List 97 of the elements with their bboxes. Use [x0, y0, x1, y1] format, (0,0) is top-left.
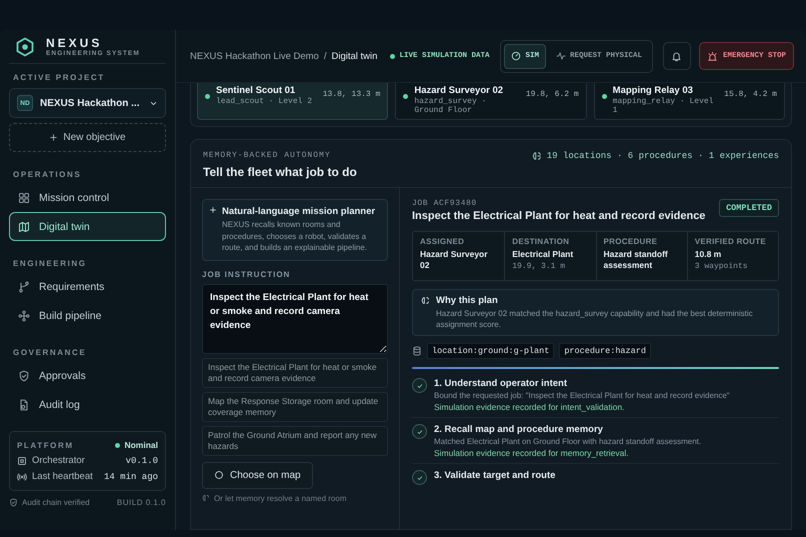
brand-name: NEXUS — [46, 36, 104, 50]
new-objective-button[interactable]: New objective — [9, 123, 166, 152]
signal-icon — [17, 472, 27, 482]
fact-value: Hazard standoff assessment — [604, 249, 669, 271]
shield-check-icon — [9, 498, 18, 507]
platform-value: 14 min ago — [104, 472, 158, 482]
step-title: 1. Understand operator intent — [434, 378, 568, 389]
robot-position: 15.8, 4.2 m — [724, 90, 777, 99]
fact-value: Electrical Plant — [512, 249, 574, 260]
memory-tag: procedure:hazard — [559, 343, 651, 359]
crosshair-icon — [214, 470, 224, 480]
sparkle-icon — [209, 206, 217, 214]
fact-label: VERIFIED ROUTE — [694, 237, 768, 246]
robot-details: mapping_relay · Level 1 — [612, 97, 714, 115]
hint-text: Or let memory resolve a named room — [214, 494, 346, 502]
step-title: 3. Validate target and route — [434, 470, 556, 481]
project-name: NEXUS Hackathon ... — [40, 98, 140, 108]
robot-name: Sentinel Scout 01 — [216, 85, 296, 96]
checkmark-icon — [416, 382, 424, 390]
job-title: Inspect the Electrical Plant for heat and record evidence — [412, 210, 706, 222]
nav-item[interactable]: Approvals — [9, 361, 166, 390]
chip-icon — [17, 456, 27, 466]
map-icon — [18, 220, 30, 232]
plus-icon — [49, 133, 58, 142]
platform-label: Orchestrator — [32, 455, 85, 466]
nav-item[interactable]: Digital twin — [9, 212, 166, 241]
fact-label: PROCEDURE — [604, 237, 658, 246]
breadcrumb-current: Digital twin — [331, 50, 378, 62]
fact-detail: 19.9, 3.1 m — [512, 262, 566, 271]
robot-details: lead_scout · Level 2 — [216, 97, 314, 106]
section-label: GOVERNANCE — [13, 348, 88, 357]
suggestion-chip[interactable]: Patrol the Ground Atrium and report any new hazards — [202, 426, 388, 456]
memory-tag: location:ground:g-plant — [427, 343, 554, 359]
why-text: Hazard Surveyor 02 matched the hazard_survey capability and had the best deterministic assignment score. — [435, 308, 754, 330]
shield-icon — [18, 370, 30, 382]
pulse-icon — [556, 51, 566, 61]
database-icon — [412, 346, 422, 356]
breadcrumb-separator: / — [324, 50, 326, 62]
section-label: OPERATIONS — [13, 170, 82, 179]
fact-label: DESTINATION — [512, 237, 570, 246]
robot-card[interactable]: Sentinel Scout 01 lead_scout · Level 2 13.8, 13.3 m — [197, 83, 388, 120]
robot-card[interactable]: Mapping Relay 03 mapping_relay · Level 1 15.8, 4.2 m — [594, 83, 785, 120]
bell-icon — [671, 50, 682, 62]
build-version: BUILD 0.1.0 — [116, 498, 166, 507]
grid-icon — [18, 192, 30, 204]
robot-details: hazard_survey · Ground Floor — [414, 97, 488, 115]
branch-icon — [18, 280, 30, 292]
step-evidence: Simulation evidence recorded for intent_validation. — [434, 402, 626, 412]
robot-card[interactable]: Hazard Surveyor 02 hazard_survey · Ground Floor 19.8, 6.2 m — [395, 83, 587, 120]
nav-item[interactable]: Build pipeline — [9, 301, 166, 330]
notifications-button[interactable] — [662, 42, 691, 70]
fact-value: 10.8 m — [694, 249, 722, 260]
document-icon — [18, 398, 30, 410]
hexagon-logo-icon — [15, 36, 35, 56]
robot-position: 13.8, 13.3 m — [322, 90, 380, 99]
robot-position: 19.8, 6.2 m — [526, 90, 579, 99]
nav-item[interactable]: Audit log — [9, 390, 166, 419]
breadcrumb-link[interactable]: NEXUS Hackathon Live Demo — [190, 50, 319, 62]
checkmark-icon — [416, 428, 424, 436]
status-badge: COMPLETED — [719, 199, 779, 217]
intro-text: NEXUS recalls known rooms and procedures, chooses a robot, validates a route, and builds an explainable pipeline. — [222, 219, 368, 254]
why-title: Why this plan — [436, 295, 498, 306]
robot-name: Mapping Relay 03 — [612, 85, 694, 96]
platform-value: v0.1.0 — [126, 456, 158, 466]
step-evidence: Simulation evidence recorded for memory_retrieval. — [434, 448, 630, 458]
status-dot — [403, 94, 408, 99]
suggestion-chip[interactable]: Inspect the Electrical Plant for heat or smoke and record camera evidence — [202, 358, 388, 388]
step-title: 2. Recall map and procedure memory — [434, 424, 604, 435]
siren-icon — [706, 50, 718, 62]
fact-detail: 3 waypoints — [694, 262, 749, 271]
panel-title: Tell the fleet what job to do — [203, 165, 357, 179]
status-dot — [602, 94, 607, 99]
job-id: JOB ACF93480 — [412, 199, 478, 208]
fact-value: Hazard Surveyor 02 — [420, 249, 489, 271]
intro-title: Natural-language mission planner — [222, 206, 376, 217]
memory-stats: 19 locations · 6 procedures · 1 experiences — [532, 151, 779, 161]
section-label: ENGINEERING — [13, 259, 88, 268]
choose-on-map-button[interactable]: Choose on map — [202, 462, 313, 488]
audit-status: Audit chain verified — [22, 498, 90, 507]
checkmark-icon — [416, 474, 424, 482]
nav-item[interactable]: Mission control — [9, 183, 166, 212]
panel-title: PLATFORM — [17, 440, 74, 450]
status-badge: Nominal — [115, 440, 158, 450]
step-description: Matched Electrical Plant on Ground Floor with hazard standoff assessment. — [434, 437, 702, 446]
job-instruction-field[interactable]: Inspect the Electrical Plant for heat or smoke and record camera evidence — [202, 284, 388, 354]
section-label: ACTIVE PROJECT — [13, 73, 106, 82]
pipeline-icon — [18, 310, 30, 322]
gauge-icon — [511, 51, 522, 61]
fact-label: ASSIGNED — [420, 237, 466, 246]
nav-item[interactable]: Requirements — [9, 272, 166, 301]
section-eyebrow: MEMORY-BACKED AUTONOMY — [203, 151, 332, 160]
platform-label: Last heartbeat — [32, 471, 93, 482]
step-description: Bound the requested job: "Inspect the Electrical Plant for heat and record evidence" — [434, 391, 730, 400]
status-dot — [205, 94, 210, 99]
robot-name: Hazard Surveyor 02 — [414, 85, 504, 96]
field-label: JOB INSTRUCTION — [202, 270, 292, 278]
suggestion-chip[interactable]: Map the Response Storage room and update coverage memory — [202, 392, 388, 422]
